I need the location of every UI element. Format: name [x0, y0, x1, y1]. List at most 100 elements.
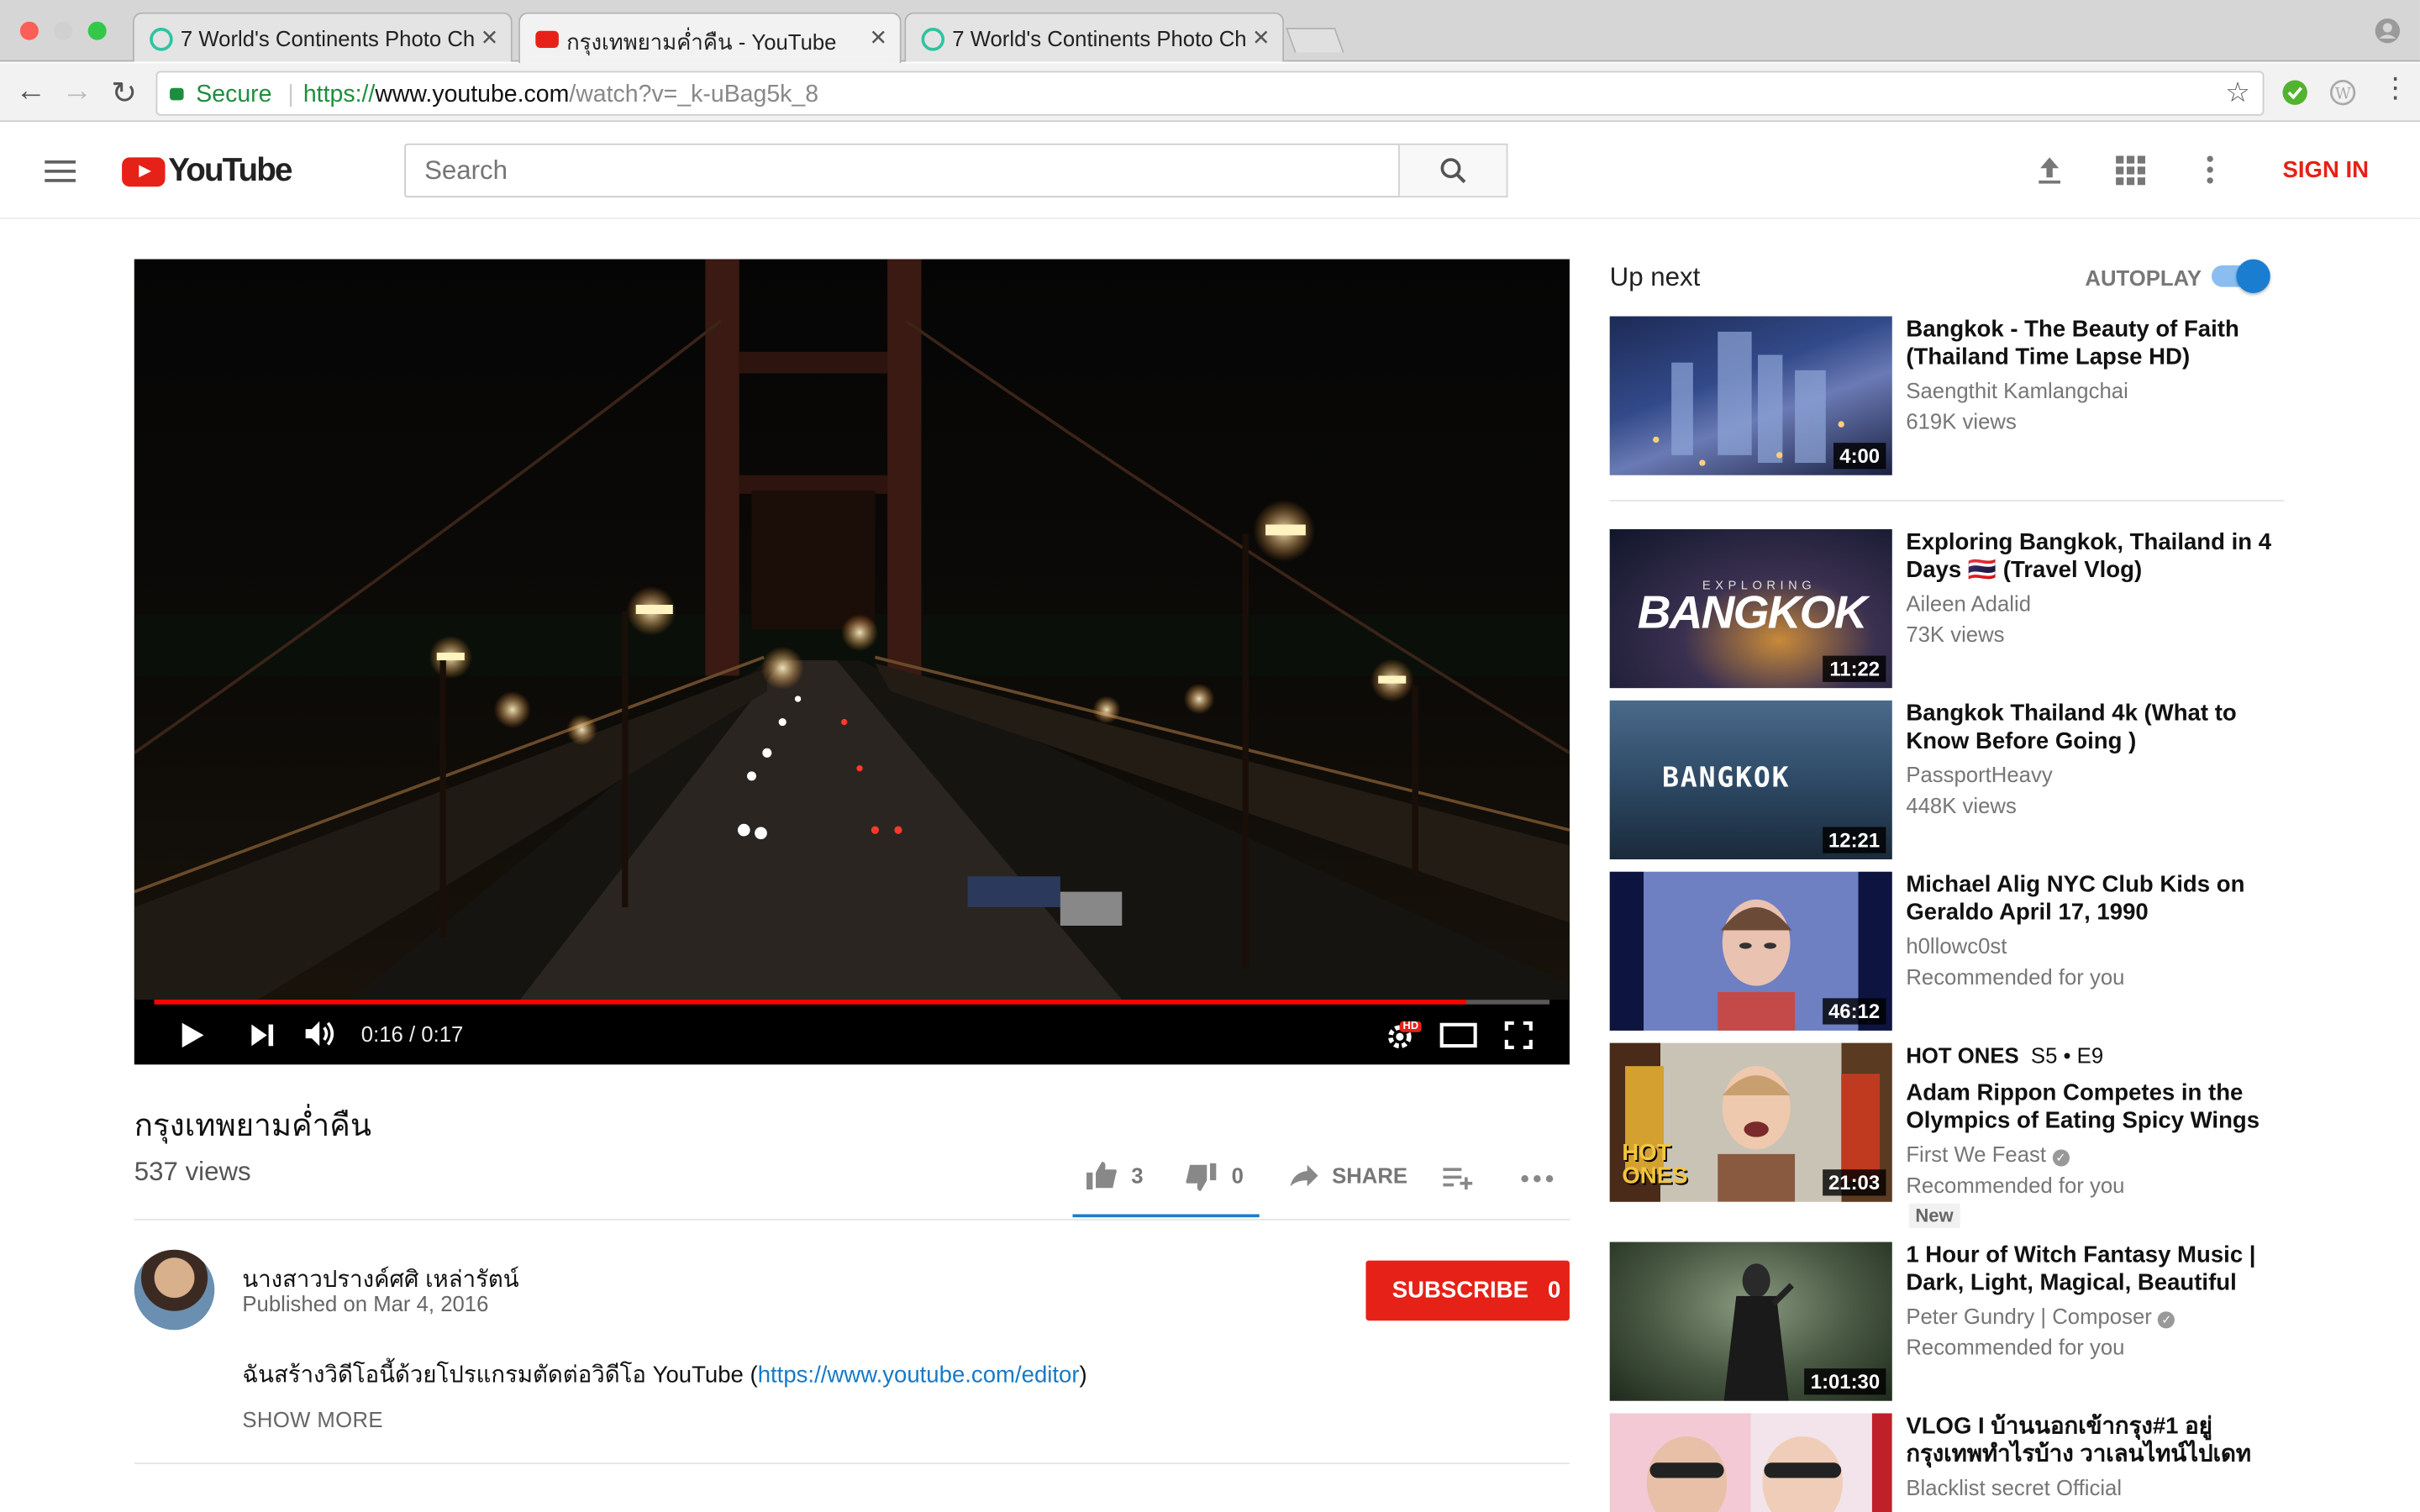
- video-title[interactable]: Bangkok - The Beauty of Faith (Thailand …: [1906, 317, 2276, 370]
- video-thumbnail[interactable]: [1609, 1413, 1892, 1512]
- suggested-video[interactable]: BANGKOK 12:21 Bangkok Thailand 4k (What …: [1609, 700, 2289, 861]
- progress-bar[interactable]: [154, 1000, 1550, 1005]
- show-more-button[interactable]: SHOW MORE: [242, 1407, 383, 1431]
- suggested-video[interactable]: EXPLORING BANGKOK 11:22 Exploring Bangko…: [1609, 528, 2289, 690]
- channel-avatar[interactable]: [134, 1249, 215, 1331]
- profile-icon[interactable]: [2374, 17, 2402, 45]
- video-thumbnail[interactable]: HOT ONES 21:03: [1609, 1042, 1892, 1202]
- browser-tab-2[interactable]: กรุงเทพยามค่ำคืน - YouTube ✕: [518, 12, 902, 64]
- like-sentiment-bar: [1072, 1214, 1260, 1218]
- video-thumbnail[interactable]: 4:00: [1609, 316, 1892, 475]
- youtube-wordmark[interactable]: YouTube: [168, 153, 292, 190]
- browser-tab-strip: 7 World's Continents Photo Ch ✕ กรุงเทพย…: [0, 0, 2420, 64]
- divider: [134, 1462, 1570, 1465]
- new-tab-button[interactable]: [1286, 28, 1344, 53]
- reload-icon[interactable]: ↻: [111, 74, 137, 113]
- thumb-text: BANGKOK: [1637, 587, 1868, 639]
- like-count: 3: [1131, 1163, 1144, 1189]
- subscriber-count: 0: [1547, 1277, 1561, 1305]
- youtube-header: YouTube SIGN IN: [0, 123, 2420, 219]
- description-text-end: ): [1079, 1362, 1087, 1389]
- suggested-video[interactable]: 4:00 Bangkok - The Beauty of Faith (Thai…: [1609, 316, 2289, 477]
- video-title[interactable]: Exploring Bangkok, Thailand in 4 Days 🇹🇭…: [1906, 529, 2276, 583]
- play-icon[interactable]: [181, 1021, 205, 1049]
- minimize-window-icon[interactable]: [54, 21, 73, 40]
- divider: [1609, 500, 2285, 501]
- upload-icon[interactable]: [2034, 155, 2065, 186]
- url-path: /watch?v=_k-uBag5k_8: [569, 81, 819, 108]
- video-thumbnail[interactable]: 46:12: [1609, 871, 1892, 1031]
- view-count: 448K views: [1906, 793, 2017, 818]
- editor-link[interactable]: https://www.youtube.com/editor: [758, 1362, 1080, 1389]
- more-actions-icon[interactable]: [1520, 1173, 1554, 1185]
- channel-name[interactable]: Saengthit Kamlangchai: [1906, 378, 2128, 402]
- video-thumbnail[interactable]: BANGKOK 12:21: [1609, 700, 1892, 860]
- autoplay-toggle[interactable]: [2211, 259, 2270, 293]
- suggested-video[interactable]: 1:01:30 1 Hour of Witch Fantasy Music | …: [1609, 1242, 2289, 1403]
- close-window-icon[interactable]: [19, 21, 39, 40]
- tab-close-icon[interactable]: ✕: [1252, 24, 1270, 50]
- add-to-playlist-icon[interactable]: [1443, 1165, 1474, 1190]
- video-title[interactable]: Bangkok Thailand 4k (What to Know Before…: [1906, 701, 2276, 754]
- recommendation-label: Recommended for you: [1906, 963, 2125, 990]
- forward-arrow-icon[interactable]: →: [61, 74, 92, 109]
- dislike-icon[interactable]: [1184, 1162, 1218, 1193]
- browser-tab-3[interactable]: 7 World's Continents Photo Ch ✕: [904, 12, 1285, 62]
- share-button[interactable]: SHARE: [1332, 1163, 1407, 1188]
- theater-mode-icon[interactable]: [1439, 1022, 1477, 1048]
- channel-name[interactable]: Blacklist secret Official: [1906, 1475, 2122, 1499]
- witch-figure-image: [1723, 1263, 1795, 1401]
- video-title[interactable]: Adam Rippon Competes in the Olympics of …: [1906, 1080, 2276, 1134]
- sign-in-button[interactable]: SIGN IN: [2282, 157, 2369, 183]
- search-icon: [1440, 158, 1466, 184]
- browser-menu-icon[interactable]: ⋮: [2381, 72, 2409, 105]
- volume-icon[interactable]: [304, 1018, 338, 1049]
- verified-check-icon: ✓: [2052, 1149, 2070, 1167]
- like-icon[interactable]: [1085, 1160, 1118, 1191]
- channel-name[interactable]: h0llowc0st: [1906, 933, 2007, 958]
- video-player[interactable]: 0:16 / 0:17 HD: [134, 259, 1570, 1065]
- tab-favicon-icon: [150, 28, 173, 51]
- wordpress-extension-icon[interactable]: W: [2329, 79, 2357, 107]
- bookmark-star-icon[interactable]: ☆: [2225, 77, 2250, 110]
- back-arrow-icon[interactable]: ←: [15, 74, 46, 109]
- description-text: ฉันสร้างวิดีโอนี้ด้วยโปรแกรมตัดต่อวิดีโอ…: [242, 1362, 758, 1389]
- zoom-window-icon[interactable]: [87, 21, 107, 40]
- duration-badge: 21:03: [1822, 1169, 1886, 1196]
- thumb-text: BANGKOK: [1662, 762, 1791, 795]
- suggested-video[interactable]: HOT ONES 21:03 HOT ONES S5 • E9 Adam Rip…: [1609, 1042, 2289, 1229]
- recommendation-label: Recommended for you: [1906, 1334, 2125, 1360]
- tab-close-icon[interactable]: ✕: [481, 24, 499, 50]
- tab-close-icon[interactable]: ✕: [870, 24, 888, 50]
- channel-name[interactable]: PassportHeavy: [1906, 762, 2052, 786]
- tab-title: 7 World's Continents Photo Ch: [180, 26, 476, 51]
- tab-favicon-icon: [921, 28, 945, 51]
- video-description: ฉันสร้างวิดีโอนี้ด้วยโปรแกรมตัดต่อวิดีโอ…: [242, 1356, 1086, 1393]
- extension-check-icon[interactable]: [2281, 79, 2309, 107]
- tab-title: 7 World's Continents Photo Ch: [952, 26, 1247, 51]
- channel-name[interactable]: Aileen Adalid: [1906, 591, 2031, 615]
- channel-name[interactable]: First We Feast ✓: [1906, 1142, 2070, 1167]
- address-bar[interactable]: Secure | https://www.youtube.com/watch?v=…: [155, 71, 2265, 116]
- video-title[interactable]: Michael Alig NYC Club Kids on Geraldo Ap…: [1906, 872, 2276, 926]
- share-icon[interactable]: [1289, 1163, 1320, 1188]
- fullscreen-icon[interactable]: [1504, 1021, 1533, 1049]
- verified-check-icon: ✓: [2158, 1311, 2175, 1329]
- apps-grid-icon[interactable]: [2114, 155, 2146, 186]
- next-video-icon[interactable]: [250, 1023, 275, 1047]
- page-root: 7 World's Continents Photo Ch ✕ กรุงเทพย…: [0, 0, 2420, 1512]
- channel-name[interactable]: Peter Gundry | Composer ✓: [1906, 1304, 2175, 1329]
- video-thumbnail[interactable]: EXPLORING BANGKOK 11:22: [1609, 528, 1892, 689]
- video-title[interactable]: 1 Hour of Witch Fantasy Music | Dark, Li…: [1906, 1242, 2276, 1296]
- browser-tab-1[interactable]: 7 World's Continents Photo Ch ✕: [132, 12, 513, 62]
- video-title[interactable]: VLOG I บ้านนอกเข้ากรุง#1 อยู่กรุงเทพทำไร…: [1906, 1413, 2276, 1467]
- youtube-logo-icon[interactable]: [122, 157, 166, 187]
- suggested-video[interactable]: VLOG I บ้านนอกเข้ากรุง#1 อยู่กรุงเทพทำไร…: [1609, 1413, 2289, 1512]
- subscribe-button[interactable]: SUBSCRIBE 0: [1365, 1260, 1570, 1321]
- browser-toolbar: ← → ↻ Secure | https://www.youtube.com/wa…: [0, 63, 2420, 123]
- search-input[interactable]: [404, 143, 1400, 198]
- search-button[interactable]: [1398, 143, 1508, 198]
- video-thumbnail[interactable]: 1:01:30: [1609, 1242, 1892, 1401]
- suggested-video[interactable]: 46:12 Michael Alig NYC Club Kids on Gera…: [1609, 871, 2289, 1032]
- settings-more-icon[interactable]: [2195, 155, 2226, 186]
